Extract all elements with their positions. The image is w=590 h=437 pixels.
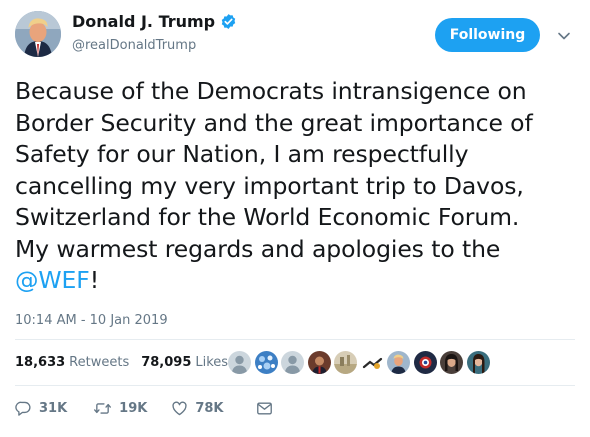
retweets-count: 18,633 <box>15 355 66 370</box>
following-button[interactable]: Following <box>435 18 540 52</box>
likes-stat[interactable]: 78,095 Likes <box>141 355 228 370</box>
liker-avatar[interactable] <box>334 351 357 374</box>
liker-avatar[interactable] <box>387 351 410 374</box>
liker-avatars <box>228 351 493 374</box>
reply-icon <box>15 400 32 417</box>
tweet-text-line: Switzerland for the World Economic Forum… <box>15 203 520 231</box>
liker-avatar[interactable] <box>440 351 463 374</box>
divider <box>15 385 575 386</box>
retweet-icon <box>93 400 112 417</box>
author-display-name[interactable]: Donald J. Trump <box>72 12 215 31</box>
direct-message-button[interactable] <box>256 401 273 416</box>
tweet-timestamp[interactable]: 10:14 AM - 10 Jan 2019 <box>15 313 168 328</box>
retweet-count: 19K <box>119 401 148 416</box>
tweet-text-line: My warmest regards and apologies to the <box>15 234 501 263</box>
reply-button[interactable]: 31K <box>15 400 67 417</box>
reply-count: 31K <box>39 401 68 416</box>
mention-link[interactable]: @WEF <box>15 266 90 294</box>
tweet-text: Because of the Democrats intransigence o… <box>15 76 585 297</box>
divider <box>15 339 575 340</box>
liker-avatar[interactable] <box>466 351 490 374</box>
like-heart-icon <box>171 400 188 417</box>
retweets-label: Retweets <box>69 355 130 370</box>
chevron-down-icon[interactable] <box>556 28 572 44</box>
tweet-card: Donald J. Trump @realDonaldTrump Followi… <box>0 0 590 437</box>
author-avatar[interactable] <box>15 11 61 57</box>
author-handle[interactable]: @realDonaldTrump <box>72 38 196 53</box>
tweet-text-line: Border Security and the great importance… <box>15 108 533 137</box>
tweet-text-line: Because of the Democrats intransigence o… <box>15 77 527 105</box>
liker-avatar[interactable] <box>228 351 251 374</box>
liker-avatar[interactable] <box>360 351 384 374</box>
verified-badge-icon <box>220 13 237 30</box>
direct-message-icon <box>256 401 273 416</box>
like-count: 78K <box>195 401 224 416</box>
tweet-text-last-line: @WEF! <box>15 265 585 297</box>
liker-avatar[interactable] <box>413 351 437 374</box>
tweet-stats: 18,633 Retweets 78,095 Likes <box>15 355 240 370</box>
tweet-text-line: Safety for our Nation, I am respectfully <box>15 140 469 168</box>
likes-count: 78,095 <box>141 355 192 370</box>
tweet-text-tail: ! <box>89 266 100 294</box>
likes-label: Likes <box>195 355 229 370</box>
tweet-text-line: cancelling my very important trip to Dav… <box>15 171 524 200</box>
retweets-stat[interactable]: 18,633 Retweets <box>15 355 129 370</box>
tweet-actions: 31K 19K 78K <box>15 400 273 417</box>
liker-avatar[interactable] <box>254 351 278 374</box>
liker-avatar[interactable] <box>307 351 331 374</box>
liker-avatar[interactable] <box>281 351 304 374</box>
author-name-row: Donald J. Trump <box>72 12 237 31</box>
like-button[interactable]: 78K <box>171 400 224 417</box>
retweet-button[interactable]: 19K <box>93 400 147 417</box>
